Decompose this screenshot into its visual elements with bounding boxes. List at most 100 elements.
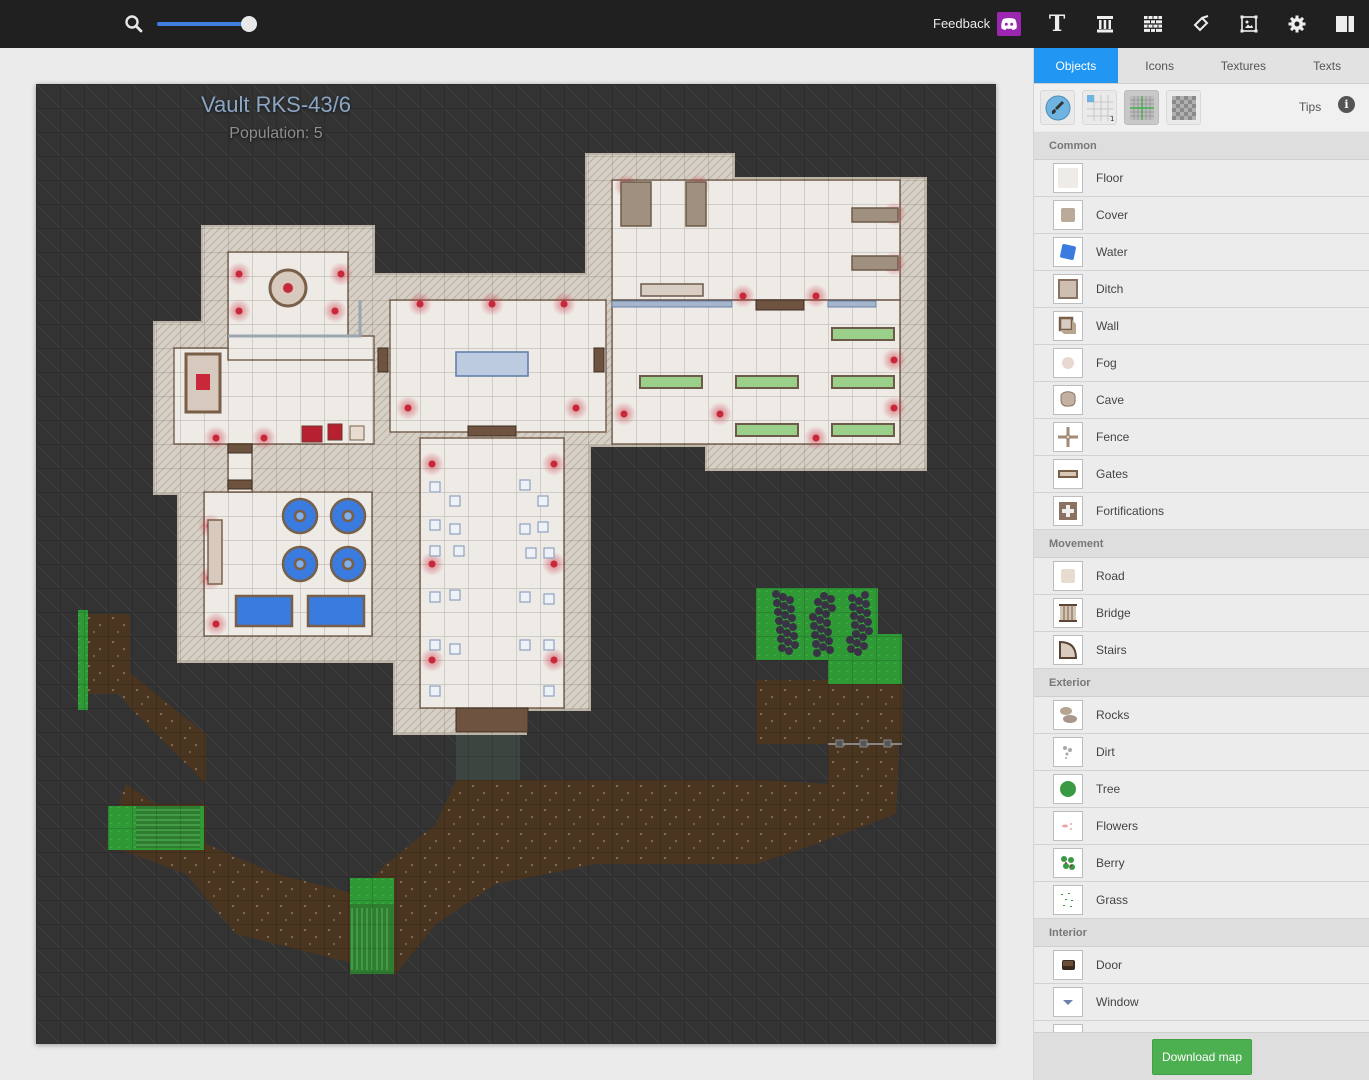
object-item-label: Fog (1096, 356, 1117, 370)
object-item-fence[interactable]: Fence (1034, 419, 1369, 456)
generator (301, 425, 323, 443)
object-item-road[interactable]: Road (1034, 558, 1369, 595)
chair (537, 495, 549, 507)
object-item-tree[interactable]: Tree (1034, 771, 1369, 808)
tab-textures[interactable]: Textures (1202, 48, 1286, 83)
style-tool-button[interactable] (1093, 12, 1117, 36)
discord-button[interactable] (997, 12, 1021, 36)
lamp (235, 270, 243, 278)
tab-icons[interactable]: Icons (1118, 48, 1202, 83)
image-tool-button[interactable] (1237, 12, 1261, 36)
object-item-cover[interactable]: Cover (1034, 197, 1369, 234)
zoom-slider-thumb[interactable] (241, 16, 257, 32)
planter (831, 375, 895, 389)
panel-tabs: Objects Icons Textures Texts (1034, 48, 1369, 84)
object-item-more[interactable] (1034, 1021, 1369, 1032)
paint-tool-button[interactable] (1189, 12, 1213, 36)
object-item-floor[interactable]: Floor (1034, 160, 1369, 197)
object-item-grass[interactable]: Grass (1034, 882, 1369, 919)
object-item-cave[interactable]: Cave (1034, 382, 1369, 419)
download-map-button[interactable]: Download map (1152, 1039, 1252, 1075)
object-item-flowers[interactable]: Flowers (1034, 808, 1369, 845)
snap-grid-button[interactable]: 1 (1082, 90, 1117, 125)
object-item-label: Wall (1096, 319, 1119, 333)
wall-tool-button[interactable] (1141, 12, 1165, 36)
object-item-window[interactable]: Window (1034, 984, 1369, 1021)
map-drawing[interactable] (36, 84, 996, 1044)
object-item-door[interactable]: Door (1034, 947, 1369, 984)
tips-link[interactable]: Tips (1299, 100, 1321, 114)
checkerboard-icon (1171, 95, 1196, 120)
object-item-ditch[interactable]: Ditch (1034, 271, 1369, 308)
brush-tool-button[interactable] (1040, 90, 1075, 125)
water-tank-hub (293, 557, 307, 571)
door (227, 479, 253, 490)
lamp (428, 560, 436, 568)
section-header-common: Common (1034, 132, 1369, 160)
object-item-label: Window (1096, 995, 1139, 1009)
lamp (331, 307, 339, 315)
map-title[interactable]: Vault RKS-43/6 (36, 92, 516, 118)
object-item-label: Tree (1096, 782, 1121, 796)
grid-icon (1129, 95, 1154, 120)
lamp (739, 292, 747, 300)
object-item-water[interactable]: Water (1034, 234, 1369, 271)
cave-icon (1053, 385, 1083, 415)
wall-icon (1053, 311, 1083, 341)
object-item-stairs[interactable]: Stairs (1034, 632, 1369, 669)
object-item-berry[interactable]: Berry (1034, 845, 1369, 882)
tab-texts[interactable]: Texts (1285, 48, 1369, 83)
panel-toolbar: 1 Tips i (1034, 84, 1369, 131)
lamp (428, 460, 436, 468)
ditch-icon (1053, 274, 1083, 304)
grass-icon (1053, 885, 1083, 915)
text-tool-button[interactable]: T (1045, 11, 1069, 37)
object-item-dirt[interactable]: Dirt (1034, 734, 1369, 771)
info-icon[interactable]: i (1338, 96, 1355, 113)
object-item-gates[interactable]: Gates (1034, 456, 1369, 493)
object-item-label: Floor (1096, 171, 1124, 185)
tab-objects[interactable]: Objects (1034, 48, 1118, 83)
chair (519, 479, 531, 491)
column-icon (1097, 16, 1113, 33)
chair (543, 685, 555, 697)
objects-list[interactable]: Common Floor Cover Water Ditch Wall Fog … (1034, 132, 1369, 1032)
zoom-slider[interactable] (157, 16, 257, 32)
chair (519, 591, 531, 603)
transparency-toggle-button[interactable] (1166, 90, 1201, 125)
object-item-wall[interactable]: Wall (1034, 308, 1369, 345)
water-pool (306, 594, 366, 628)
chair (453, 545, 465, 557)
grid-toggle-button[interactable] (1124, 90, 1159, 125)
feedback-link[interactable]: Feedback (933, 16, 990, 31)
counter (455, 351, 529, 377)
object-icon (1053, 1024, 1083, 1032)
lamp (550, 560, 558, 568)
settings-button[interactable] (1285, 12, 1309, 36)
object-item-bridge[interactable]: Bridge (1034, 595, 1369, 632)
chair (519, 639, 531, 651)
chair (429, 545, 441, 557)
lamp (488, 300, 496, 308)
object-item-fortifications[interactable]: Fortifications (1034, 493, 1369, 530)
lamp (337, 270, 345, 278)
bed (851, 255, 899, 271)
water-tank-hub (293, 509, 307, 523)
paint-bucket-icon (1193, 15, 1209, 32)
map-subtitle[interactable]: Population: 5 (36, 125, 516, 143)
fence-icon (1053, 422, 1083, 452)
road-icon (1053, 561, 1083, 591)
lamp (404, 404, 412, 412)
lamp (890, 356, 898, 364)
table-center (283, 283, 293, 293)
bed (685, 181, 707, 227)
map-canvas[interactable]: Vault RKS-43/6 Population: 5 (36, 84, 996, 1044)
object-item-label: Ditch (1096, 282, 1124, 296)
brush-icon (1045, 95, 1070, 120)
object-item-rocks[interactable]: Rocks (1034, 697, 1369, 734)
chair (449, 495, 461, 507)
object-item-fog[interactable]: Fog (1034, 345, 1369, 382)
toggle-panel-button[interactable] (1333, 12, 1357, 36)
search-icon[interactable] (123, 13, 145, 35)
text-T-icon: T (1048, 11, 1066, 37)
